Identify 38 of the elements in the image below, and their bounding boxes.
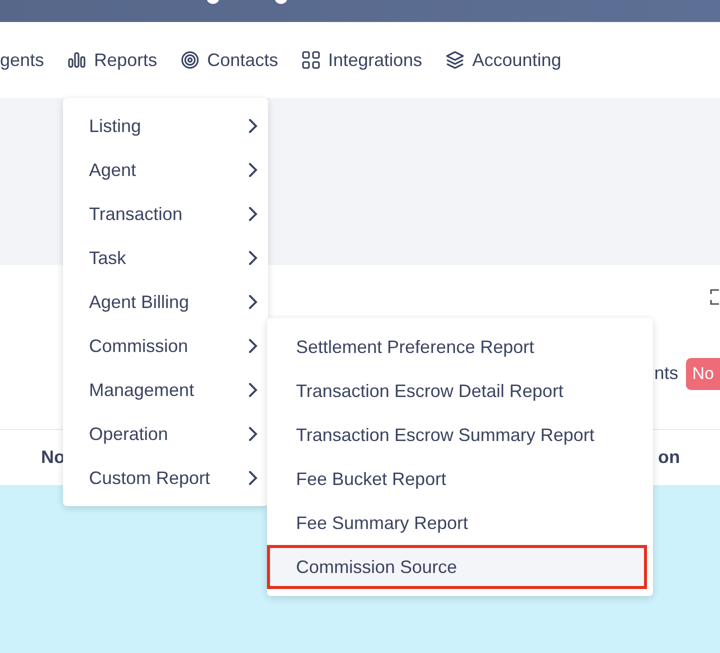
menu-item[interactable]: Management — [63, 368, 268, 412]
panel-label: nts — [654, 362, 678, 386]
chevron-right-icon — [248, 295, 258, 309]
menu-item[interactable]: Agent — [63, 148, 268, 192]
nav-link[interactable]: Accounting — [472, 46, 562, 74]
chevron-right-icon — [248, 339, 258, 353]
menu-item[interactable]: Agent Billing — [63, 280, 268, 324]
chevron-right-icon — [248, 471, 258, 485]
column-header: on — [658, 446, 680, 469]
chevron-right-icon — [248, 383, 258, 397]
layers-icon — [446, 51, 464, 69]
submenu-item[interactable]: Fee Summary Report — [267, 501, 647, 545]
chevron-right-icon — [248, 119, 258, 133]
nav-link[interactable]: Reports — [94, 46, 158, 74]
menu-item[interactable]: Transaction — [63, 192, 268, 236]
chevron-right-icon — [248, 207, 258, 221]
submenu-item[interactable]: Commission Source — [267, 545, 647, 589]
menu-item[interactable]: Commission — [63, 324, 268, 368]
submenu-item[interactable]: Fee Bucket Report — [267, 457, 647, 501]
status-badge: No — [686, 358, 720, 390]
nav-link[interactable]: Contacts — [207, 46, 278, 74]
menu-item[interactable]: Operation — [63, 412, 268, 456]
submenu-item[interactable]: Transaction Escrow Detail Report — [267, 369, 647, 413]
menu-item[interactable]: Listing — [63, 104, 268, 148]
menu-item[interactable]: Task — [63, 236, 268, 280]
submenu-item[interactable]: Settlement Preference Report — [267, 325, 647, 369]
bar-chart-icon — [68, 52, 86, 68]
menu-item[interactable]: Custom Report — [63, 456, 268, 500]
column-header: No — [41, 446, 65, 469]
submenu-item[interactable]: Transaction Escrow Summary Report — [267, 413, 647, 457]
target-icon — [181, 51, 200, 69]
nav-link-text[interactable]: gents — [0, 46, 44, 74]
nav-link[interactable]: Integrations — [328, 46, 422, 74]
grid-icon — [302, 51, 320, 69]
expand-icon[interactable] — [710, 289, 720, 305]
chevron-right-icon — [248, 427, 258, 441]
chevron-right-icon — [248, 163, 258, 177]
chevron-right-icon — [248, 251, 258, 265]
